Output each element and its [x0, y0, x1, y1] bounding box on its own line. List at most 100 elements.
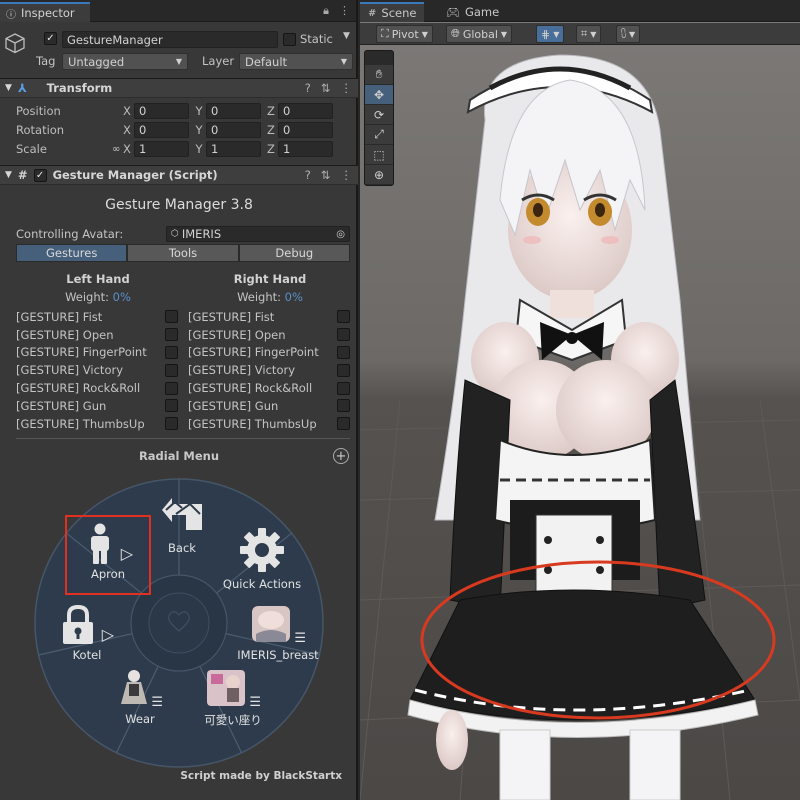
add-circle-icon[interactable]: +	[333, 448, 349, 464]
tab-scene[interactable]: # Scene	[360, 2, 425, 22]
right-gesture-row[interactable]: [GESTURE] Open	[188, 326, 352, 344]
rotation-y-field[interactable]: 0	[206, 122, 261, 138]
tab-tools[interactable]: Tools	[127, 244, 239, 262]
hand-tool-icon[interactable]: ✋︎	[365, 65, 393, 84]
gesture-checkbox[interactable]	[337, 345, 350, 359]
left-gesture-row[interactable]: [GESTURE] ThumbsUp	[16, 415, 180, 433]
tab-gestures[interactable]: Gestures	[16, 244, 128, 262]
kebab-menu-icon[interactable]: ⋮	[341, 81, 353, 95]
right-weight: Weight: 0%	[237, 290, 303, 304]
tab-debug[interactable]: Debug	[238, 244, 350, 262]
gesture-checkbox[interactable]	[165, 310, 178, 324]
gesture-checkbox[interactable]	[165, 363, 178, 377]
gesture-checkbox[interactable]	[165, 417, 178, 431]
submenu-list-icon: ☰	[249, 695, 261, 710]
global-dropdown[interactable]: 🌐︎ Global ▼	[446, 25, 513, 43]
controlling-avatar-row: Controlling Avatar: ⬡ IMERIS ◎	[16, 226, 352, 242]
pivot-dropdown[interactable]: ⛶ Pivot ▼	[376, 25, 433, 43]
scene-viewport[interactable]	[360, 0, 800, 800]
info-icon: ⓘ	[6, 9, 16, 21]
gesture-checkbox[interactable]	[337, 381, 350, 395]
submenu-list-icon: ☰	[151, 695, 163, 710]
grid-snap-button[interactable]: ⋕ ▼	[536, 25, 565, 43]
radial-item-kotel[interactable]: ▷ Kotel	[56, 604, 118, 662]
globe-icon: 🌐︎	[451, 27, 460, 40]
transform-header[interactable]: ▼ ⅄ Transform ? ⇅ ⋮	[0, 78, 358, 98]
radial-item-cute-sit[interactable]: ☰ 可愛い座り	[196, 668, 270, 728]
active-checkbox[interactable]: ✓	[44, 32, 57, 45]
preset-icon[interactable]: ⇅	[321, 81, 331, 95]
object-picker-icon[interactable]: ◎	[336, 229, 345, 240]
kebab-menu-icon[interactable]: ⋮	[341, 168, 353, 182]
static-checkbox[interactable]	[283, 33, 296, 46]
help-icon[interactable]: ?	[305, 81, 311, 95]
gesture-checkbox[interactable]	[165, 399, 178, 413]
radial-item-wear[interactable]: ☰ Wear	[110, 668, 170, 726]
object-name-field[interactable]: GestureManager	[62, 31, 278, 48]
component-enabled-checkbox[interactable]: ✓	[33, 168, 47, 182]
help-icon[interactable]: ?	[305, 168, 311, 182]
static-dropdown-icon[interactable]: ▼	[343, 31, 350, 41]
chevron-down-icon: ▼	[553, 29, 560, 39]
radial-item-apron[interactable]: ▷ Apron	[65, 515, 151, 595]
scale-x-field[interactable]: 1	[134, 141, 189, 157]
tag-dropdown[interactable]: Untagged ▼	[62, 53, 188, 70]
left-gesture-row[interactable]: [GESTURE] FingerPoint	[16, 344, 180, 362]
left-gesture-row[interactable]: [GESTURE] Fist	[16, 308, 180, 326]
rotation-x-field[interactable]: 0	[134, 122, 189, 138]
position-z-field[interactable]: 0	[278, 103, 333, 119]
preset-icon[interactable]: ⇅	[321, 168, 331, 182]
transform-icon: ⅄	[17, 81, 27, 95]
right-gesture-row[interactable]: [GESTURE] Victory	[188, 361, 352, 379]
gesture-manager-header[interactable]: ▼ # ✓ Gesture Manager (Script) ? ⇅ ⋮	[0, 165, 358, 185]
increment-snap-button[interactable]: ⌗ ▼	[576, 25, 602, 43]
left-gesture-row[interactable]: [GESTURE] Victory	[16, 361, 180, 379]
move-tool-icon[interactable]: ✥	[365, 85, 393, 104]
position-y-field[interactable]: 0	[206, 103, 261, 119]
divider	[16, 438, 350, 439]
gesture-checkbox[interactable]	[165, 328, 178, 342]
right-gesture-row[interactable]: [GESTURE] Gun	[188, 397, 352, 415]
radial-menu: Back Quick Actions ☰ IMERIS_breast ☰ 可愛い…	[34, 478, 324, 768]
align-icon: ⩇	[621, 27, 626, 40]
tab-game[interactable]: 🎮︎ Game	[438, 2, 507, 22]
grid-snap-icon: ⋕	[541, 27, 551, 41]
transform-tool-icon[interactable]: ⊕	[365, 165, 393, 184]
gesture-checkbox[interactable]	[165, 381, 178, 395]
align-button[interactable]: ⩇ ▼	[616, 25, 641, 43]
radial-item-back[interactable]: Back	[152, 494, 212, 555]
static-label: Static	[300, 32, 333, 46]
constrain-link-icon[interactable]: ∞	[112, 144, 120, 155]
gesture-checkbox[interactable]	[337, 399, 350, 413]
rotation-z-field[interactable]: 0	[278, 122, 333, 138]
right-gesture-row[interactable]: [GESTURE] Rock&Roll	[188, 379, 352, 397]
right-gesture-row[interactable]: [GESTURE] FingerPoint	[188, 344, 352, 362]
radial-item-imeris-breast[interactable]: ☰ IMERIS_breast	[230, 604, 326, 662]
left-gesture-row[interactable]: [GESTURE] Open	[16, 326, 180, 344]
left-gesture-row[interactable]: [GESTURE] Rock&Roll	[16, 379, 180, 397]
foldout-arrow-icon[interactable]: ▼	[5, 170, 12, 180]
scene-tools-overlay: ✋︎ ✥ ⟳ ⤢ ⬚ ⊕	[364, 50, 394, 186]
scale-z-field[interactable]: 1	[278, 141, 333, 157]
rect-tool-icon[interactable]: ⬚	[365, 145, 393, 164]
avatar-object-field[interactable]: ⬡ IMERIS ◎	[166, 226, 350, 242]
left-gesture-row[interactable]: [GESTURE] Gun	[16, 397, 180, 415]
lock-icon[interactable]: 🔒︎	[323, 4, 329, 18]
gesture-checkbox[interactable]	[337, 417, 350, 431]
position-x-field[interactable]: 0	[134, 103, 189, 119]
gesture-checkbox[interactable]	[337, 363, 350, 377]
scale-tool-icon[interactable]: ⤢	[365, 125, 393, 144]
tab-inspector[interactable]: ⓘ Inspector	[0, 2, 90, 22]
scale-y-field[interactable]: 1	[206, 141, 261, 157]
gesture-checkbox[interactable]	[337, 328, 350, 342]
foldout-arrow-icon[interactable]: ▼	[5, 83, 12, 93]
gesture-checkbox[interactable]	[337, 310, 350, 324]
gesture-checkbox[interactable]	[165, 345, 178, 359]
right-gesture-row[interactable]: [GESTURE] Fist	[188, 308, 352, 326]
right-gesture-row[interactable]: [GESTURE] ThumbsUp	[188, 415, 352, 433]
pivot-icon: ⛶	[381, 27, 389, 40]
kebab-menu-icon[interactable]: ⋮	[339, 4, 350, 18]
layer-dropdown[interactable]: Default ▼	[239, 53, 353, 70]
rotate-tool-icon[interactable]: ⟳	[365, 105, 393, 124]
radial-item-quick-actions[interactable]: Quick Actions	[220, 526, 304, 591]
